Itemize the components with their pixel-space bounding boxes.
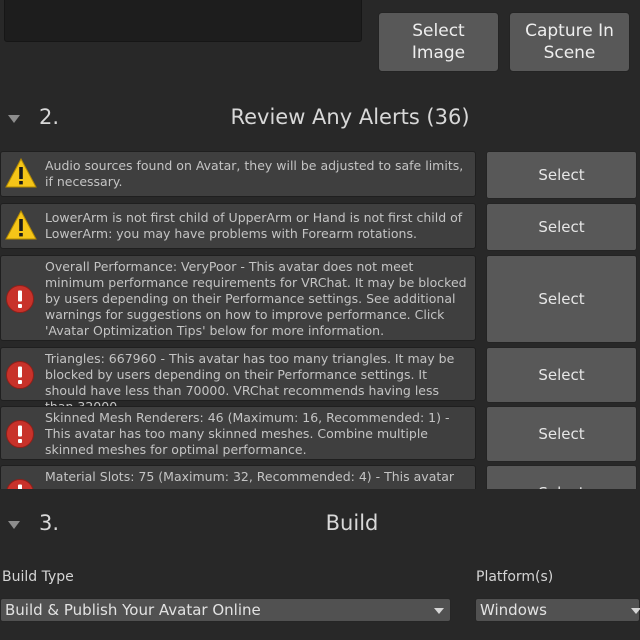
section-build-header[interactable]: 3. Build bbox=[0, 503, 640, 547]
build-type-label: Build Type bbox=[2, 569, 74, 585]
alerts-list[interactable]: Audio sources found on Avatar, they will… bbox=[0, 147, 640, 489]
error-icon bbox=[6, 285, 34, 313]
platform-value: Windows bbox=[480, 601, 547, 619]
section-number: 3. bbox=[39, 511, 60, 535]
alert-message: Triangles: 667960 - This avatar has too … bbox=[0, 347, 476, 414]
chevron-down-icon bbox=[434, 608, 444, 614]
alert-message: Audio sources found on Avatar, they will… bbox=[0, 151, 476, 197]
section-review-alerts-header[interactable]: 2. Review Any Alerts (36) bbox=[0, 97, 640, 141]
alert-select-button[interactable]: Select bbox=[486, 255, 637, 343]
platform-label: Platform(s) bbox=[476, 569, 554, 585]
alert-select-button[interactable]: Select bbox=[486, 465, 637, 489]
image-preview bbox=[4, 0, 362, 42]
capture-in-scene-button[interactable]: Capture In Scene bbox=[509, 12, 630, 72]
alert-select-button[interactable]: Select bbox=[486, 203, 637, 251]
build-type-dropdown[interactable]: Build & Publish Your Avatar Online bbox=[0, 598, 451, 622]
foldout-arrow-icon[interactable] bbox=[8, 521, 20, 529]
alert-select-button[interactable]: Select bbox=[486, 347, 637, 403]
error-icon bbox=[6, 420, 34, 448]
section-number: 2. bbox=[39, 105, 60, 129]
section-title: Build bbox=[325, 511, 379, 535]
error-icon bbox=[6, 479, 34, 489]
alert-text: Material Slots: 75 (Maximum: 32, Recomme… bbox=[45, 469, 455, 484]
alert-text: Skinned Mesh Renderers: 46 (Maximum: 16,… bbox=[45, 410, 450, 457]
platform-dropdown[interactable]: Windows bbox=[475, 598, 640, 622]
chevron-down-icon bbox=[631, 608, 640, 614]
alert-message: LowerArm is not first child of UpperArm … bbox=[0, 203, 476, 249]
select-image-button[interactable]: Select Image bbox=[378, 12, 499, 72]
build-type-value: Build & Publish Your Avatar Online bbox=[5, 601, 261, 619]
section-title: Review Any Alerts (36) bbox=[230, 105, 470, 129]
alert-message: Material Slots: 75 (Maximum: 32, Recomme… bbox=[0, 465, 476, 489]
alert-select-button[interactable]: Select bbox=[486, 406, 637, 462]
alert-text: Overall Performance: VeryPoor - This ava… bbox=[45, 259, 467, 338]
warning-icon bbox=[5, 158, 37, 188]
error-icon bbox=[6, 361, 34, 389]
alert-select-button[interactable]: Select bbox=[486, 151, 637, 199]
alert-text: Audio sources found on Avatar, they will… bbox=[45, 158, 464, 189]
alert-text: LowerArm is not first child of UpperArm … bbox=[45, 210, 463, 241]
alert-message: Overall Performance: VeryPoor - This ava… bbox=[0, 255, 476, 341]
alert-message: Skinned Mesh Renderers: 46 (Maximum: 16,… bbox=[0, 406, 476, 460]
warning-icon bbox=[5, 210, 37, 240]
foldout-arrow-icon[interactable] bbox=[8, 115, 20, 123]
